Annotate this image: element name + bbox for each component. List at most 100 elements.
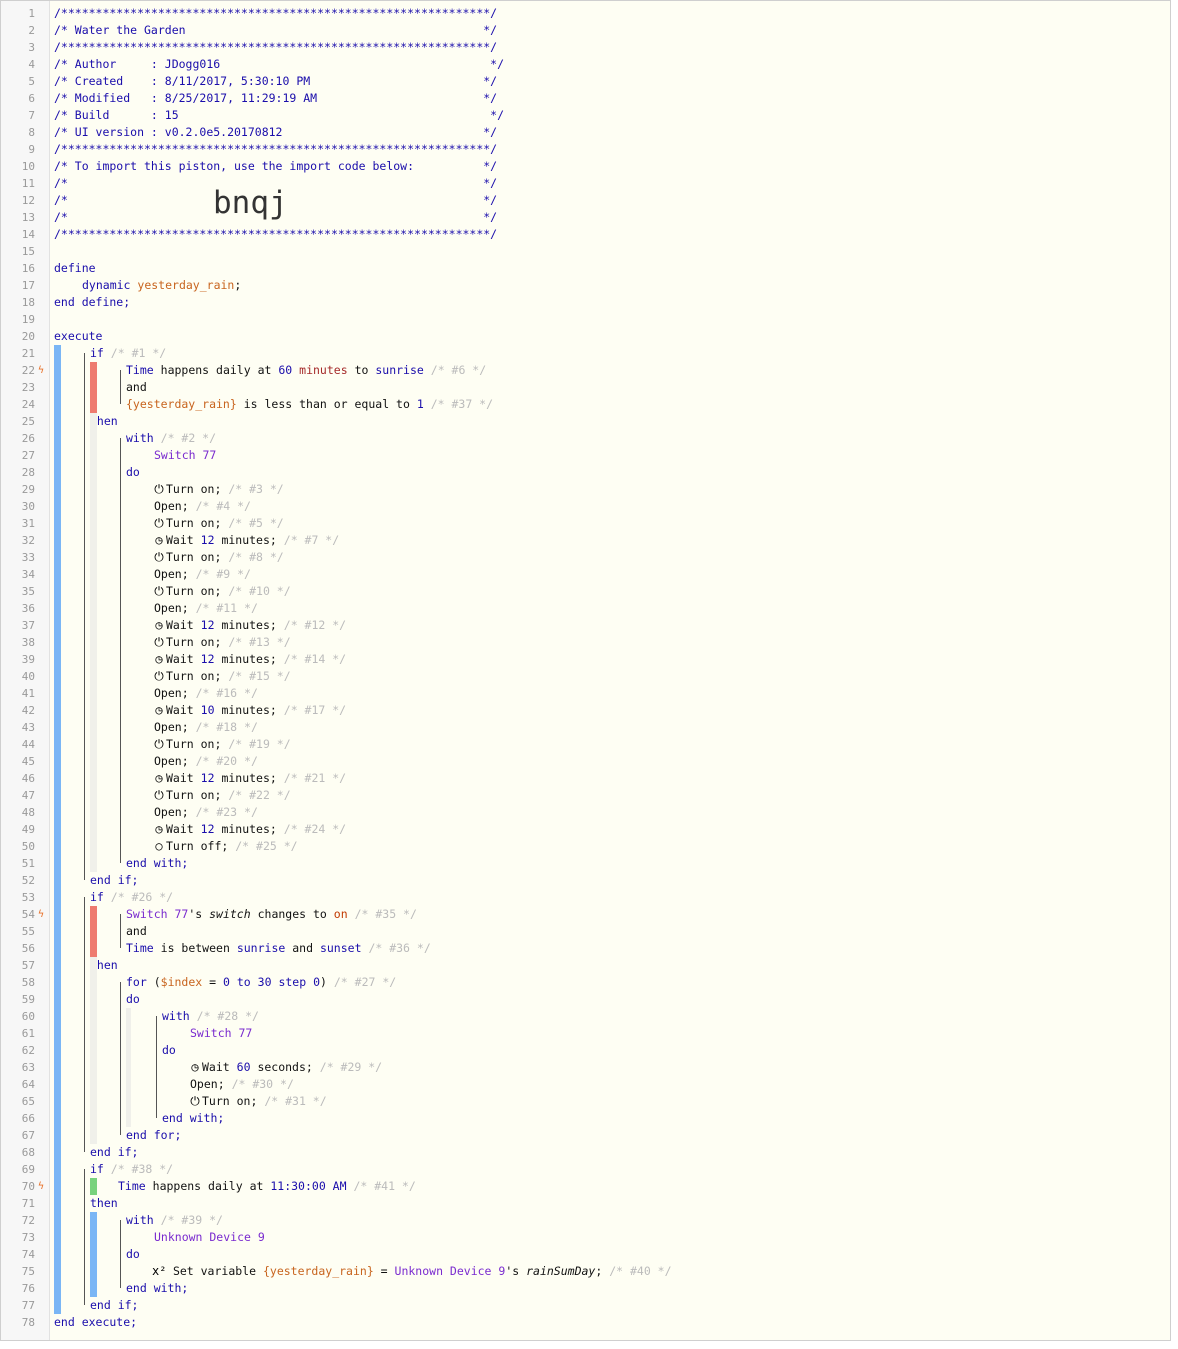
comment-rule: /***************************************… [54, 227, 498, 241]
line-number: 44 [21, 738, 35, 751]
power-icon: ⏻ [154, 482, 164, 496]
line-number: 43 [21, 721, 35, 734]
trigger-flag-icon: ϟ [38, 365, 45, 376]
task-line: ⏻ Turn on; /* #19 */ [152, 736, 290, 753]
line-number: 78 [21, 1316, 35, 1329]
line-number: 26 [21, 432, 35, 445]
line-number: 35 [21, 585, 35, 598]
code-line: and [126, 924, 147, 938]
power-icon: ⏻ [154, 516, 164, 530]
line-number: 67 [21, 1129, 35, 1142]
task-line: ◷ Wait 12 minutes; /* #12 */ [152, 617, 346, 634]
power-icon: ⏻ [154, 737, 164, 751]
line-number: 4 [28, 58, 35, 71]
line-number: 37 [21, 619, 35, 632]
task-line: ○ Turn off; /* #25 */ [152, 838, 297, 855]
task-line: Open; /* #11 */ [154, 601, 258, 615]
code-line: do [126, 465, 140, 479]
line-number: 39 [21, 653, 35, 666]
code-line: Switch 77 [154, 448, 217, 462]
comment-build: /* Build : 15 */ [54, 108, 505, 122]
line-number: 69 [21, 1163, 35, 1176]
line-number: 3 [28, 41, 35, 54]
line-number: 27 [21, 449, 35, 462]
code-line: if /* #38 */ [90, 1162, 174, 1176]
if-block-bar [90, 957, 97, 1144]
power-icon: ⏻ [154, 788, 164, 802]
clock-icon: ◷ [155, 533, 163, 547]
line-number: 72 [21, 1214, 35, 1227]
line-number: 57 [21, 959, 35, 972]
comment-rule: /***************************************… [54, 142, 498, 156]
if-bracket [84, 1169, 85, 1305]
line-number: 76 [21, 1282, 35, 1295]
line-number: 16 [21, 262, 35, 275]
line-number: 31 [21, 517, 35, 530]
line-number-gutter: 1 2 3 4 5 6 7 8 9 10 11 12 13 14 15 16 17 18 19 20 21 22 23 24 2… [1, 1, 50, 1340]
fx-icon: x² [152, 1264, 167, 1278]
with-bracket [120, 1220, 121, 1288]
line-number: 2 [28, 24, 35, 37]
task-line: ◷ Wait 12 minutes; /* #14 */ [152, 651, 346, 668]
if-bracket [84, 353, 85, 880]
clock-icon: ◷ [155, 771, 163, 785]
line-number: 38 [21, 636, 35, 649]
code-line: with /* #39 */ [126, 1213, 223, 1227]
line-number: 58 [21, 976, 35, 989]
power-icon: ⏻ [154, 550, 164, 564]
task-line: Open; /* #4 */ [154, 499, 251, 513]
if-block-bar [90, 413, 97, 872]
code-line: do [162, 1043, 176, 1057]
line-number: 10 [21, 160, 35, 173]
code-line: for ($index = 0 to 30 step 0) /* #27 */ [126, 975, 397, 989]
task-line: ⏻ Turn on; /* #22 */ [152, 787, 290, 804]
task-line: ⏻ Turn on; /* #13 */ [152, 634, 290, 651]
line-number: 62 [21, 1044, 35, 1057]
code-line: end with; [126, 1281, 189, 1295]
task-line: ⏻ Turn on; /* #31 */ [188, 1093, 326, 1110]
import-code: bnqj [213, 185, 288, 221]
line-number: 60 [21, 1010, 35, 1023]
code-line: execute [54, 329, 103, 343]
line-number: 6 [28, 92, 35, 105]
task-line: ⏻ Turn on; /* #5 */ [152, 515, 283, 532]
line-number: 68 [21, 1146, 35, 1159]
line-number: 66 [21, 1112, 35, 1125]
task-line: Open; /* #9 */ [154, 567, 251, 581]
task-line: Open; /* #20 */ [154, 754, 258, 768]
task-line: Open; /* #18 */ [154, 720, 258, 734]
code-line: Switch 77 [190, 1026, 253, 1040]
code-editor: 1 2 3 4 5 6 7 8 9 10 11 12 13 14 15 16 17 18 19 20 21 22 23 24 2… [0, 0, 1171, 1341]
code-line: with /* #2 */ [126, 431, 217, 445]
line-number: 52 [21, 874, 35, 887]
clock-icon: ◷ [191, 1060, 199, 1074]
comment-ui-version: /* UI version : v0.2.0e5.20170812 */ [54, 125, 498, 139]
line-number: 51 [21, 857, 35, 870]
clock-icon: ◷ [155, 822, 163, 836]
line-number: 77 [21, 1299, 35, 1312]
if-bracket [84, 897, 85, 1152]
then-block-bar [90, 1212, 97, 1297]
condition-bracket [120, 914, 121, 948]
line-number: 19 [21, 313, 35, 326]
condition-bar [90, 906, 97, 957]
code-line: with /* #28 */ [162, 1009, 259, 1023]
comment-created: /* Created : 8/11/2017, 5:30:10 PM */ [54, 74, 498, 88]
trigger-flag-icon: ϟ [38, 909, 45, 920]
power-icon: ⏻ [154, 584, 164, 598]
condition-bracket [120, 370, 121, 404]
line-number: 49 [21, 823, 35, 836]
line-number: 24 [21, 398, 35, 411]
task-line: Open; /* #23 */ [154, 805, 258, 819]
code-line: end execute; [54, 1315, 138, 1329]
code-line: end with; [162, 1111, 225, 1125]
line-number: 1 [28, 7, 35, 20]
task-line: ◷ Wait 10 minutes; /* #17 */ [152, 702, 346, 719]
task-line: ⏻ Turn on; /* #15 */ [152, 668, 290, 685]
line-number: 18 [21, 296, 35, 309]
task-line: Open; /* #16 */ [154, 686, 258, 700]
clock-icon: ◷ [155, 652, 163, 666]
task-line: Open; /* #30 */ [190, 1077, 294, 1091]
task-line: ⏻ Turn on; /* #10 */ [152, 583, 290, 600]
clock-icon: ◷ [155, 618, 163, 632]
